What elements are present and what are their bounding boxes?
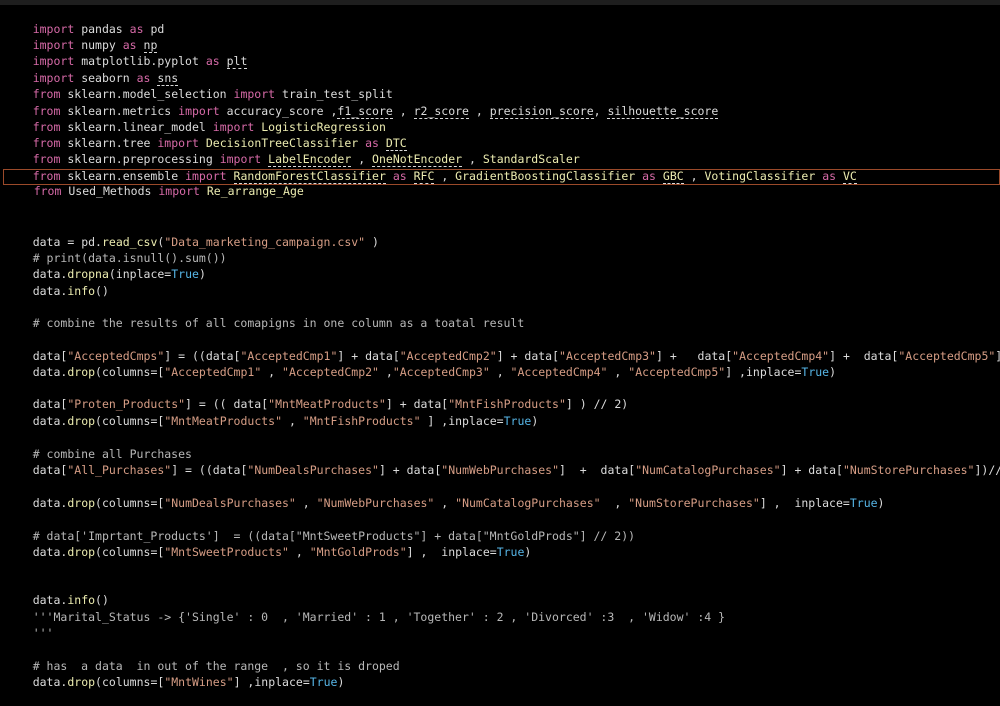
code-line[interactable]: data = pd.read_csv("Data_marketing_campa… — [5, 218, 379, 249]
code-line[interactable]: from sklearn.tree import DecisionTreeCla… — [5, 119, 407, 151]
code-editor[interactable]: import pandas as pd import numpy as np i… — [0, 5, 1000, 689]
code-line[interactable]: data.drop(columns=["NumDealsPurchases" ,… — [5, 479, 885, 510]
editor-tab-label[interactable]: … — [2, 0, 8, 3]
code-line[interactable]: from sklearn.ensemble import RandomFores… — [5, 152, 857, 184]
code-line[interactable]: import seaborn as sns — [5, 54, 179, 86]
code-line[interactable]: data.info() — [5, 576, 109, 607]
code-line[interactable]: from sklearn.model_selection import trai… — [5, 70, 393, 101]
code-line[interactable]: data.info() — [5, 267, 109, 298]
code-line[interactable]: import pandas as pd — [5, 5, 165, 36]
code-line[interactable]: # print(data.isnull().sum()) — [5, 234, 227, 265]
code-line[interactable]: # has a data in out of the range , so it… — [5, 642, 400, 673]
code-line[interactable]: import numpy as np — [5, 21, 158, 53]
code-line[interactable]: data.drop(columns=["MntSweetProducts" , … — [5, 528, 532, 559]
code-line[interactable]: from sklearn.linear_model import Logisti… — [5, 103, 386, 134]
code-line[interactable]: from sklearn.metrics import accuracy_sco… — [5, 87, 719, 119]
code-line[interactable]: ''' — [5, 609, 54, 640]
code-line[interactable]: data.drop(columns=["MntWines"] ,inplace=… — [5, 658, 345, 689]
code-line[interactable]: data["AcceptedCmps"] = ((data["AcceptedC… — [5, 332, 1000, 363]
code-line[interactable]: import matplotlib.pyplot as plt — [5, 37, 248, 69]
code-line[interactable]: '''Marital_Status -> {'Single' : 0 , 'Ma… — [5, 593, 725, 624]
code-line[interactable]: from sklearn.preprocessing import LabelE… — [5, 135, 580, 167]
code-line[interactable]: data.dropna(inplace=True) — [5, 250, 206, 281]
code-line[interactable]: data["Proten_Products"] = (( data["MntMe… — [5, 380, 629, 411]
code-line[interactable]: data.drop(columns=["AcceptedCmp1" , "Acc… — [5, 348, 836, 379]
code-line[interactable]: # combine the results of all comapigns i… — [5, 299, 525, 330]
code-line-current[interactable]: from Used_Methods import Re_arrange_Age — [3, 169, 1000, 198]
code-line[interactable]: data["All_Purchases"] = ((data["NumDeals… — [5, 446, 1000, 477]
code-line[interactable]: data.drop(columns=["MntMeatProducts" , "… — [5, 397, 539, 428]
code-line[interactable]: # data['Imprtant_Products'] = ((data["Mn… — [5, 512, 635, 543]
code-line[interactable]: # combine all Purchases — [5, 430, 192, 461]
